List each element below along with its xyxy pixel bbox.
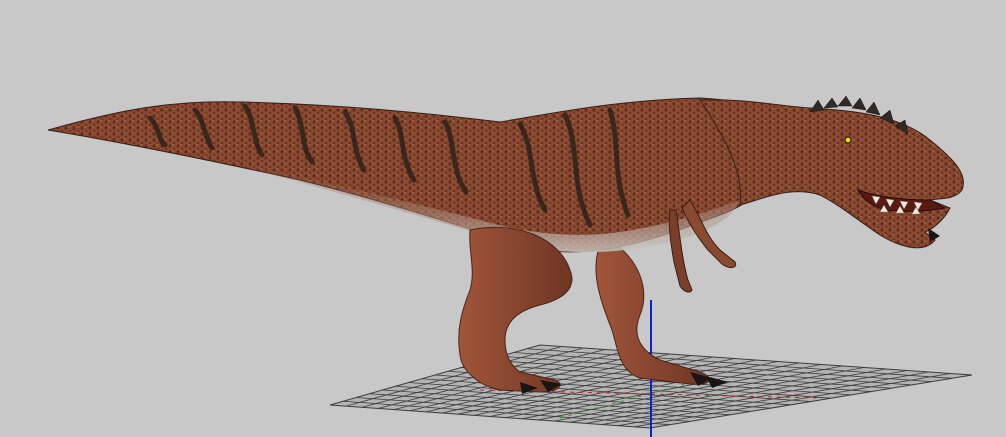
3d-viewport[interactable] — [0, 0, 1006, 437]
eye — [844, 136, 852, 144]
dinosaur-model[interactable] — [47, 95, 964, 394]
head — [699, 99, 964, 249]
scene-canvas[interactable] — [0, 0, 1006, 437]
